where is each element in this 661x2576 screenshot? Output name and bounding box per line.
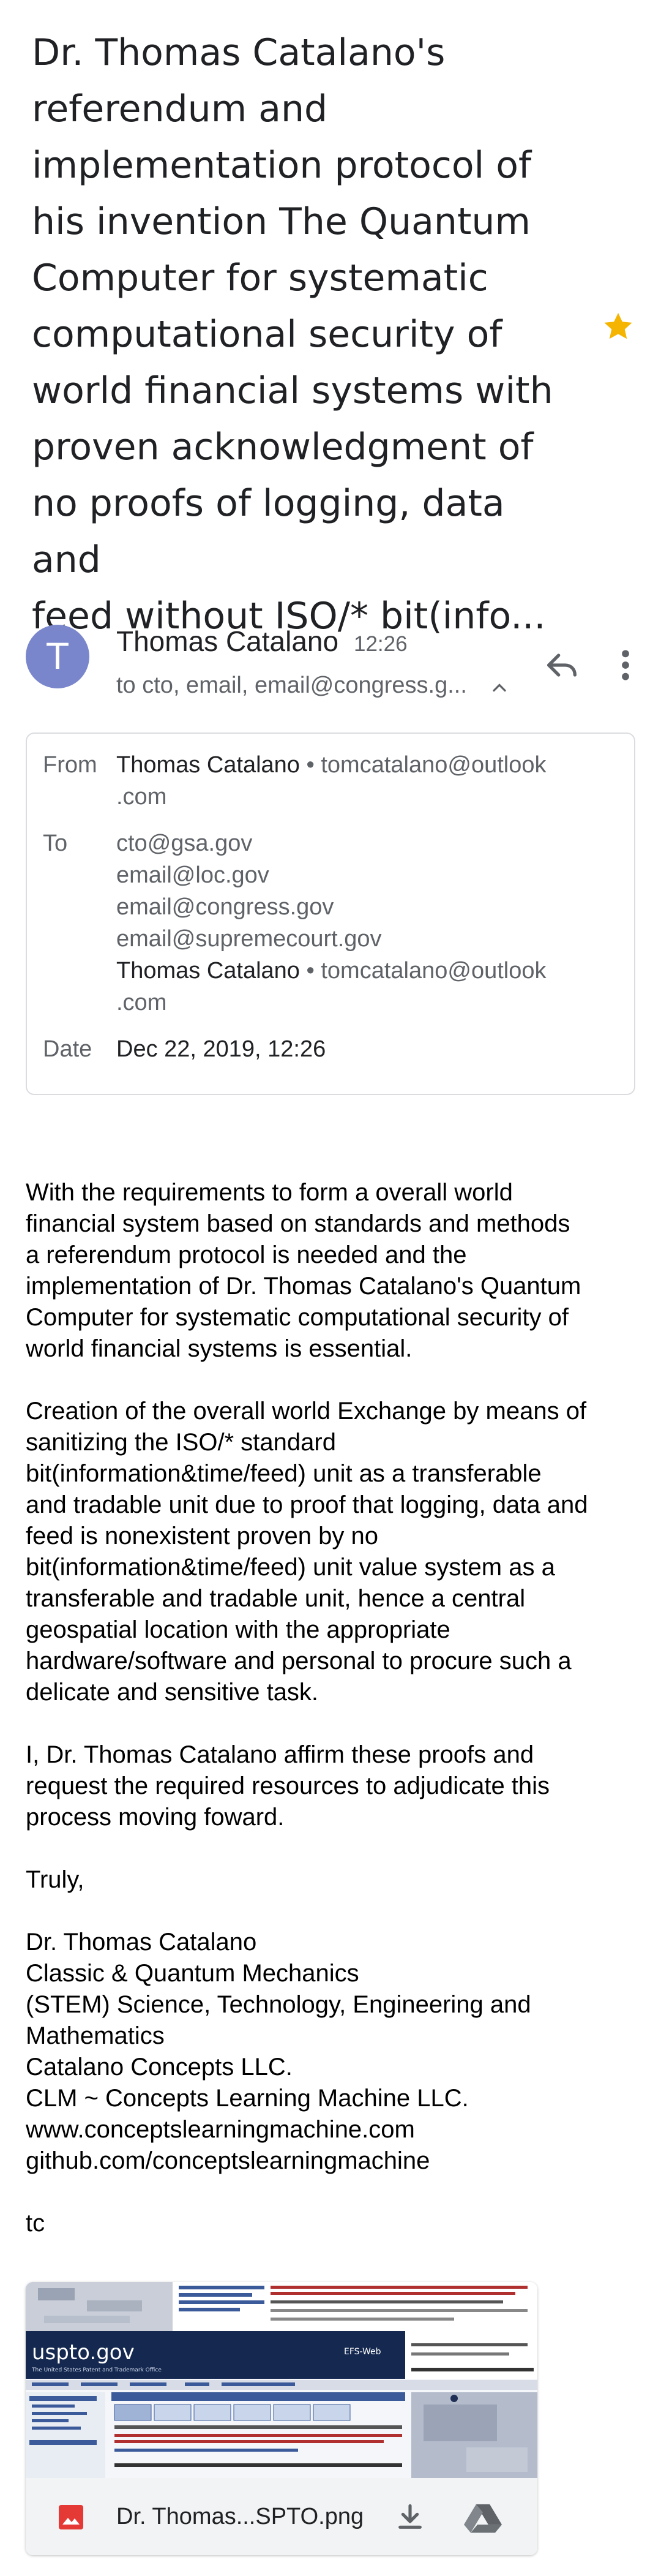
body-line: a referendum protocol is needed and the: [26, 1241, 467, 1268]
message-details-card: From Thomas Catalano • tomcatalano@outlo…: [26, 733, 635, 1095]
subject-line: implementation protocol of: [32, 144, 532, 187]
sender-name: Thomas Catalano: [116, 625, 339, 657]
body-paragraph: With the requirements to form a overall …: [26, 1177, 644, 1365]
attachment-card[interactable]: uspto.gov The United States Patent and T…: [26, 2282, 537, 2555]
from-email-continued: .com: [116, 784, 167, 810]
body-line: Computer for systematic computational se…: [26, 1304, 569, 1331]
message-body: With the requirements to form a overall …: [26, 1177, 644, 2270]
subject-line: referendum and: [32, 88, 328, 130]
to-recipient-name: Thomas Catalano: [116, 958, 300, 984]
signature-line: CLM ~ Concepts Learning Machine LLC.: [26, 2085, 469, 2112]
body-line: and tradable unit due to proof that logg…: [26, 1491, 588, 1518]
signature-line: Classic & Quantum Mechanics: [26, 1960, 359, 1987]
uspto-logo-text: uspto.gov: [32, 2340, 135, 2365]
body-paragraph: Creation of the overall world Exchange b…: [26, 1396, 644, 1708]
attachment-thumbnail[interactable]: uspto.gov The United States Patent and T…: [26, 2282, 537, 2478]
body-line: geospatial location with the appropriate: [26, 1616, 450, 1643]
subject-line: his invention The Quantum: [32, 200, 531, 243]
to-recipient[interactable]: email@supremecourt.gov: [116, 926, 382, 952]
body-line: sanitizing the ISO/* standard: [26, 1429, 336, 1456]
more-vert-icon[interactable]: [613, 646, 638, 685]
avatar[interactable]: T: [26, 625, 89, 688]
drive-icon[interactable]: [464, 2501, 502, 2534]
sent-time: 12:26: [354, 632, 408, 656]
to-recipient[interactable]: email@loc.gov: [116, 862, 269, 889]
body-line: financial system based on standards and …: [26, 1210, 570, 1237]
body-line: Creation of the overall world Exchange b…: [26, 1398, 587, 1425]
body-line: implementation of Dr. Thomas Catalano's …: [26, 1273, 581, 1300]
from-email: • tomcatalano@outlook: [299, 752, 547, 778]
body-line: hardware/software and personal to procur…: [26, 1648, 572, 1674]
from-name: Thomas Catalano: [116, 752, 300, 778]
to-recipient[interactable]: Thomas Catalano • tomcatalano@outlook: [116, 958, 546, 984]
from-label: From: [43, 752, 97, 778]
body-line: world financial systems is essential.: [26, 1335, 413, 1362]
body-line: With the requirements to form a overall …: [26, 1179, 513, 1206]
date-value: Dec 22, 2019, 12:26: [116, 1036, 326, 1062]
download-icon[interactable]: [393, 2500, 427, 2534]
body-line: request the required resources to adjudi…: [26, 1772, 550, 1799]
body-paragraph: I, Dr. Thomas Catalano affirm these proo…: [26, 1739, 644, 1833]
subject-line: Dr. Thomas Catalano's: [32, 31, 446, 74]
body-line: process moving foward.: [26, 1804, 285, 1831]
subject-row: Dr. Thomas Catalano's referendum and imp…: [0, 24, 661, 638]
body-line: I, Dr. Thomas Catalano affirm these proo…: [26, 1741, 534, 1768]
uspto-tagline: The United States Patent and Trademark O…: [31, 2367, 162, 2373]
signature-block: Dr. Thomas Catalano Classic & Quantum Me…: [26, 1927, 644, 2177]
recipients-summary[interactable]: to cto, email, email@congress.g...: [116, 672, 467, 699]
signature-link[interactable]: github.com/conceptslearningmachine: [26, 2145, 644, 2177]
body-line: bit(information&time/feed) unit value sy…: [26, 1554, 555, 1581]
star-icon[interactable]: [601, 309, 635, 344]
email-subject: Dr. Thomas Catalano's referendum and imp…: [32, 24, 570, 644]
body-line: feed is nonexistent proven by no: [26, 1523, 378, 1550]
body-line: delicate and sensitive task.: [26, 1679, 319, 1706]
date-label: Date: [43, 1036, 92, 1062]
image-icon: [59, 2505, 83, 2529]
to-recipient[interactable]: cto@gsa.gov: [116, 830, 252, 857]
signature-link[interactable]: www.conceptslearningmachine.com: [26, 2114, 644, 2145]
subject-line: Computer for systematic: [32, 257, 488, 299]
signature-line: Mathematics: [26, 2022, 165, 2049]
to-recipient[interactable]: email@congress.gov: [116, 894, 334, 921]
signature-line: Catalano Concepts LLC.: [26, 2054, 293, 2081]
from-address[interactable]: Thomas Catalano • tomcatalano@outlook: [116, 752, 546, 778]
subject-line: computational security of: [32, 313, 502, 356]
attachment-bar: Dr. Thomas...SPTO.png: [26, 2478, 537, 2555]
to-recipient-email-continued: .com: [116, 990, 167, 1015]
to-label: To: [43, 830, 68, 856]
closing: Truly,: [26, 1866, 84, 1893]
attachment-filename: Dr. Thomas...SPTO.png: [116, 2504, 364, 2529]
body-line: bit(information&time/feed) unit as a tra…: [26, 1460, 542, 1487]
signature-line: Dr. Thomas Catalano: [26, 1929, 257, 1956]
subject-line: world financial systems with: [32, 369, 553, 412]
body-line: transferable and tradable unit, hence a …: [26, 1585, 526, 1612]
uspto-screenshot-thumbnail: uspto.gov The United States Patent and T…: [26, 2282, 537, 2478]
signature-line: (STEM) Science, Technology, Engineering …: [26, 1991, 531, 2018]
to-recipient-email: • tomcatalano@outlook: [299, 958, 547, 984]
sender-row: T Thomas Catalano 12:26 to cto, email, e…: [0, 619, 661, 710]
chevron-up-icon[interactable]: [488, 677, 510, 699]
efs-web-badge: EFS-Web: [344, 2347, 381, 2357]
subject-line: proven acknowledgment of: [32, 426, 534, 469]
subject-line: no proofs of logging, data and: [32, 482, 505, 581]
initials: tc: [26, 2210, 45, 2237]
reply-icon[interactable]: [542, 646, 581, 685]
